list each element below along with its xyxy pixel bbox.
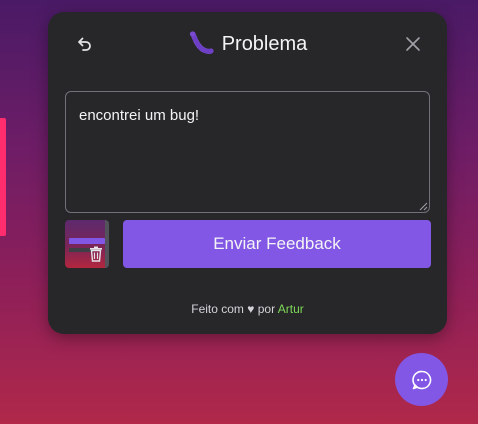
widget-header: Problema [48,28,447,60]
send-feedback-button[interactable]: Enviar Feedback [123,220,431,268]
screenshot-preview-header [69,238,105,244]
feedback-comment-input[interactable]: encontrei um bug! [65,91,430,213]
heart-icon: ♥ [247,302,255,316]
footer-por: por [257,302,276,316]
widget-footer: Feito com ♥ por Artur [48,302,447,316]
chat-bubble-icon [411,370,431,389]
feedback-launcher-button[interactable] [395,353,448,406]
author-link[interactable]: Artur [278,302,304,316]
widget-title-group: Problema [48,28,447,60]
bug-icon [189,31,214,54]
background-shape [0,118,6,236]
feedback-widget: Problema encontrei um bug! Enviar Feedba… [48,12,447,334]
screenshot-preview-edge [105,220,109,268]
footer-prefix: Feito com [191,302,244,316]
trash-icon [90,246,102,262]
close-icon [406,37,420,51]
screenshot-thumbnail-button[interactable] [65,220,109,268]
resize-grip-icon[interactable] [419,202,428,211]
close-button[interactable] [401,32,425,56]
widget-title: Problema [221,32,308,55]
